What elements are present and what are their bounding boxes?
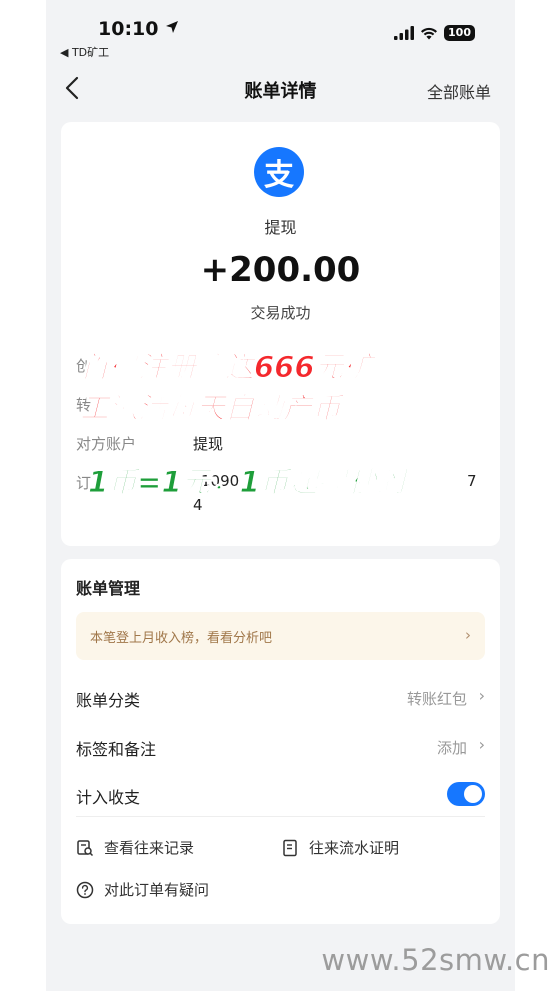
section-title: 账单管理 [76, 579, 141, 598]
order-id-tail-1: 7 [467, 472, 477, 490]
transaction-type: 提现 [264, 218, 297, 237]
site-watermark: www.52smw.cn [321, 943, 550, 977]
alipay-logo: 支 [254, 147, 304, 197]
status-bar: 10:10 ◀ TD矿工 100 [46, 0, 515, 62]
chevron-right-icon: › [478, 735, 485, 754]
document-icon [283, 839, 297, 856]
location-arrow-icon [166, 21, 179, 33]
tip-text: 本笔登上月收入榜，看看分析吧 [90, 631, 273, 646]
back-to-app-link[interactable]: ◀ TD矿工 [60, 44, 109, 60]
time-text: 10:10 [98, 18, 159, 40]
battery-icon: 100 [444, 25, 475, 41]
divider [76, 816, 485, 817]
link-label: 查看往来记录 [104, 839, 195, 857]
row-label: 标签和备注 [76, 740, 157, 759]
bill-management-card: 账单管理 本笔登上月收入榜，看看分析吧 › 账单分类 转账红包 › 标签和备注 … [61, 559, 500, 924]
view-history-link[interactable]: 查看往来记录 [76, 837, 194, 858]
search-record-icon [77, 839, 94, 856]
toggle-knob [464, 785, 482, 803]
tags-notes-row[interactable]: 标签和备注 添加 › [76, 726, 485, 766]
row-value: 转账红包 [406, 690, 467, 708]
row-label: 账单分类 [76, 691, 141, 710]
promo-line-3: 1币=1元，1币起提秒到 [88, 465, 406, 500]
phone-screen: 10:10 ◀ TD矿工 100 账单详情 全部账单 支 提现 +200.00 … [46, 0, 515, 991]
chevron-right-icon: › [478, 686, 485, 705]
row-label: 计入收支 [76, 788, 141, 807]
nav-bar: 账单详情 全部账单 [46, 66, 515, 112]
question-icon [76, 881, 94, 898]
count-in-balance-row: 计入收支 [76, 774, 485, 814]
chevron-right-icon: › [465, 626, 471, 644]
promo-line-1: 首码注册赠送666元矿 [80, 350, 374, 385]
all-bills-link[interactable]: 全部账单 [427, 79, 491, 103]
transaction-status: 交易成功 [250, 304, 311, 322]
income-rank-tip[interactable]: 本笔登上月收入榜，看看分析吧 › [76, 612, 485, 660]
transaction-amount: +200.00 [200, 250, 361, 290]
row-value: 添加 [436, 739, 467, 757]
link-label: 往来流水证明 [309, 839, 400, 857]
detail-label-counterparty: 对方账户 [76, 435, 137, 453]
wifi-icon [421, 27, 438, 40]
count-in-balance-toggle[interactable] [447, 782, 485, 806]
status-icons: 100 [394, 25, 475, 41]
link-label: 对此订单有疑问 [104, 881, 210, 899]
order-question-link[interactable]: 对此订单有疑问 [76, 879, 209, 900]
status-time: 10:10 [98, 18, 179, 40]
detail-value-counterparty: 提现 [193, 435, 224, 453]
transaction-card: 支 提现 +200.00 交易成功 创 转 对方账户 提现 订 1090 7 4… [61, 122, 500, 546]
bill-category-row[interactable]: 账单分类 转账红包 › [76, 677, 485, 717]
promo-line-2: 工激活每天自动产币 [79, 391, 342, 426]
statement-proof-link[interactable]: 往来流水证明 [281, 837, 399, 858]
cellular-signal-icon [394, 26, 415, 40]
